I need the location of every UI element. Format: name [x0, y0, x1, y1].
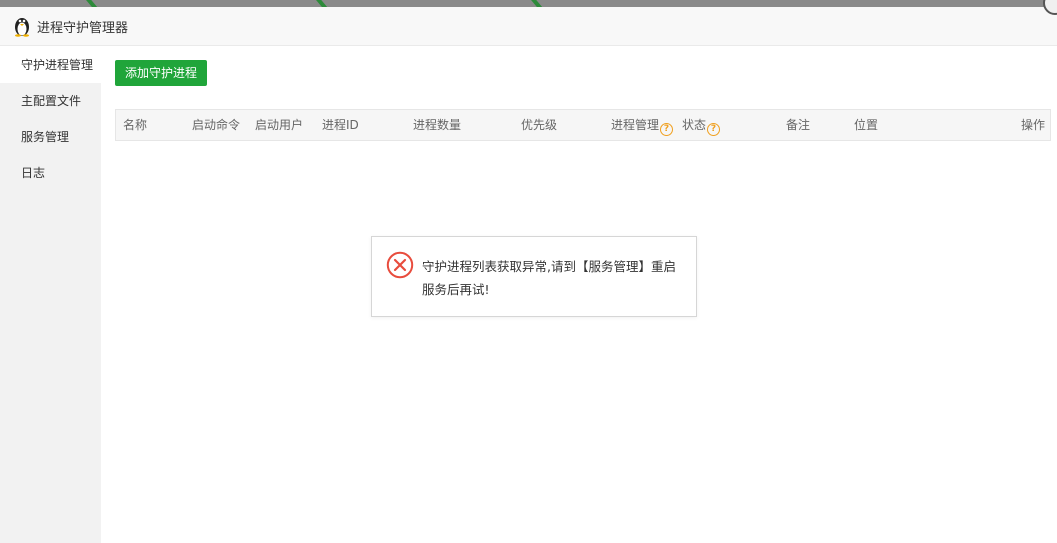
penguin-icon — [15, 18, 29, 37]
sidebar-item-process-management[interactable]: 守护进程管理 — [0, 47, 101, 83]
window-title: 进程守护管理器 — [37, 21, 129, 36]
column-header-name: 名称 — [123, 118, 148, 132]
error-toast: 守护进程列表获取异常,请到【服务管理】重启服务后再试! — [371, 236, 697, 317]
column-header-priority: 优先级 — [521, 118, 558, 132]
column-header-location: 位置 — [854, 118, 879, 132]
column-header-label: 状态 — [682, 118, 707, 132]
title-bar: 进程守护管理器 — [0, 0, 1057, 46]
error-message: 守护进程列表获取异常,请到【服务管理】重启服务后再试! — [422, 259, 676, 297]
column-header-command: 启动命令 — [192, 118, 241, 132]
help-icon[interactable]: ? — [660, 123, 674, 136]
column-header-actions: 操作 — [1021, 118, 1046, 132]
sidebar-item-main-config[interactable]: 主配置文件 — [0, 83, 101, 119]
error-circle-x-icon — [386, 251, 414, 279]
process-table-header: 名称 启动命令 启动用户 进程ID 进程数量 优先级 进程管理? 状态? 备注 … — [115, 109, 1051, 141]
sidebar-item-service-management[interactable]: 服务管理 — [0, 119, 101, 155]
column-header-label: 进程管理 — [611, 118, 660, 132]
close-button[interactable] — [1043, 0, 1057, 15]
add-process-button[interactable]: 添加守护进程 — [115, 60, 208, 86]
column-header-status: 状态? — [682, 110, 721, 140]
column-header-process-count: 进程数量 — [413, 118, 462, 132]
column-header-process-management: 进程管理? — [611, 110, 674, 140]
sidebar-item-log[interactable]: 日志 — [0, 155, 101, 191]
column-header-user: 启动用户 — [255, 118, 304, 132]
column-header-remark: 备注 — [786, 118, 811, 132]
sidebar: 守护进程管理 主配置文件 服务管理 日志 — [0, 47, 101, 543]
column-header-pid: 进程ID — [322, 118, 359, 132]
help-icon[interactable]: ? — [707, 123, 721, 136]
